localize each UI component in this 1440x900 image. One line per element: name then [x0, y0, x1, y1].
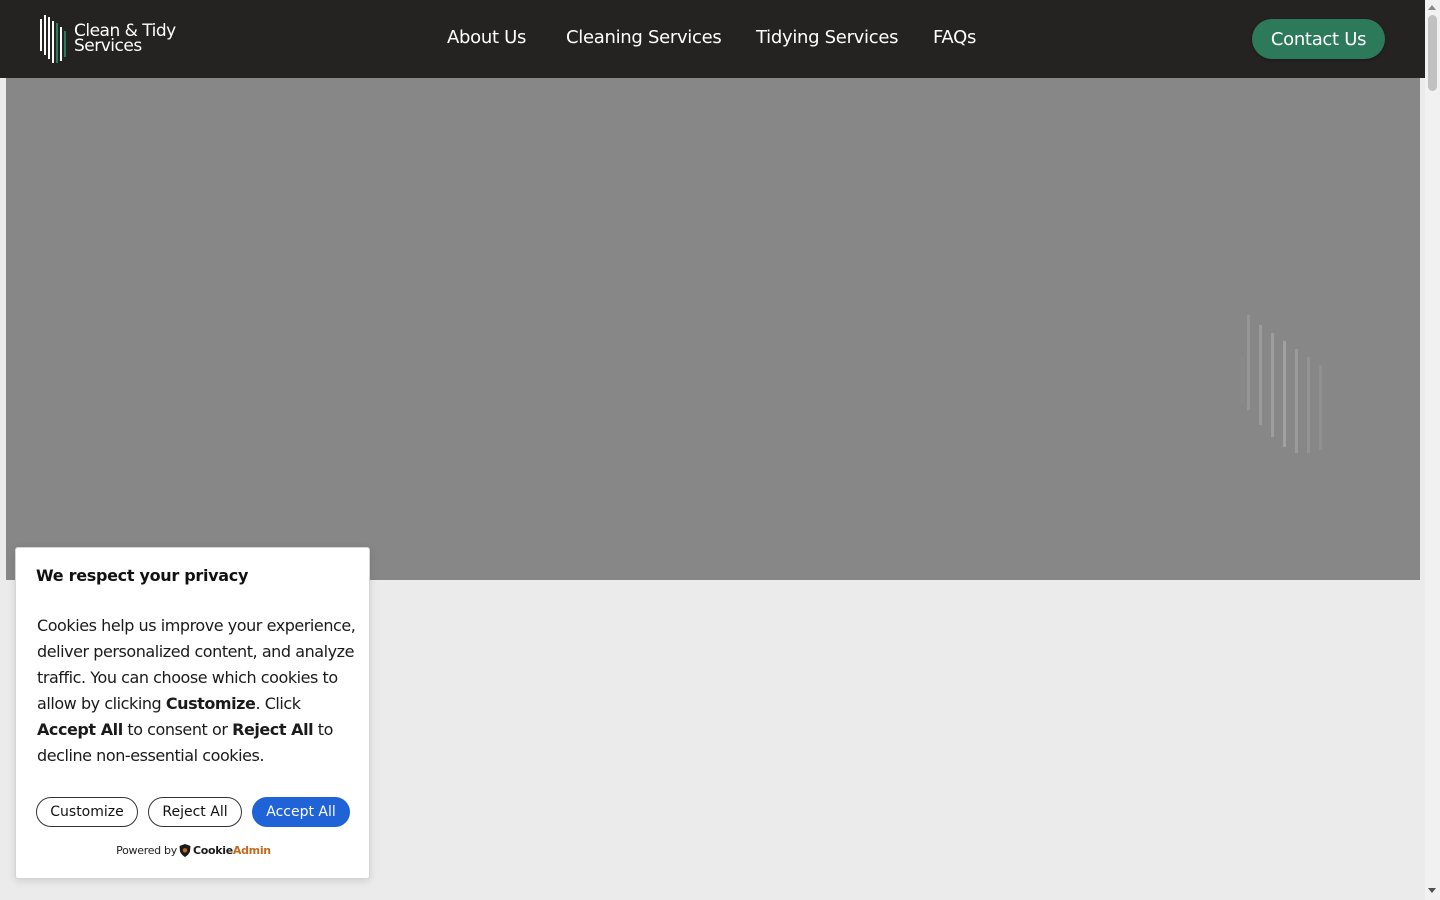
cookie-text-part-3: to consent or	[122, 720, 233, 739]
cookie-text-customize: Customize	[165, 694, 256, 713]
nav-faqs[interactable]: FAQs	[933, 27, 976, 48]
page-scrollbar[interactable]	[1425, 0, 1440, 900]
scroll-down-arrow-icon[interactable]	[1428, 888, 1436, 893]
powered-by: Powered by Cookie Admin	[16, 844, 371, 857]
cookie-text-part-2: . Click	[255, 694, 301, 713]
logo-text: Clean & Tidy Services	[74, 23, 176, 56]
cookieadmin-link[interactable]: Cookie Admin	[179, 844, 271, 857]
page: Clean & Tidy Services About Us Cleaning …	[0, 0, 1440, 900]
cookie-banner-description: Cookies help us improve your experience,…	[37, 613, 357, 769]
scroll-up-arrow-icon[interactable]	[1428, 5, 1436, 10]
nav-cleaning-services[interactable]: Cleaning Services	[566, 27, 722, 48]
logo-line-2: Services	[74, 36, 142, 56]
brand-admin-text: Admin	[232, 844, 271, 857]
cookie-consent-banner: We respect your privacy Cookies help us …	[15, 547, 370, 879]
cookie-banner-title: We respect your privacy	[36, 566, 249, 585]
cookie-text-reject: Reject All	[232, 720, 314, 739]
customize-button[interactable]: Customize	[36, 797, 138, 827]
cookie-text-accept: Accept All	[37, 720, 123, 739]
nav-about-us[interactable]: About Us	[447, 27, 526, 48]
nav-tidying-services[interactable]: Tidying Services	[756, 27, 898, 48]
stripes-logo-icon	[40, 15, 66, 63]
accept-all-button[interactable]: Accept All	[252, 797, 350, 827]
hero-section	[6, 78, 1420, 580]
reject-all-button[interactable]: Reject All	[148, 797, 242, 827]
powered-by-label: Powered by	[116, 844, 177, 857]
scrollbar-thumb[interactable]	[1428, 15, 1437, 91]
site-logo[interactable]: Clean & Tidy Services	[38, 13, 178, 65]
contact-us-button[interactable]: Contact Us	[1252, 19, 1385, 59]
stripes-loader-icon	[1241, 315, 1322, 453]
brand-cookie-text: Cookie	[192, 844, 233, 857]
site-header: Clean & Tidy Services About Us Cleaning …	[0, 0, 1425, 78]
shield-icon	[179, 844, 191, 857]
